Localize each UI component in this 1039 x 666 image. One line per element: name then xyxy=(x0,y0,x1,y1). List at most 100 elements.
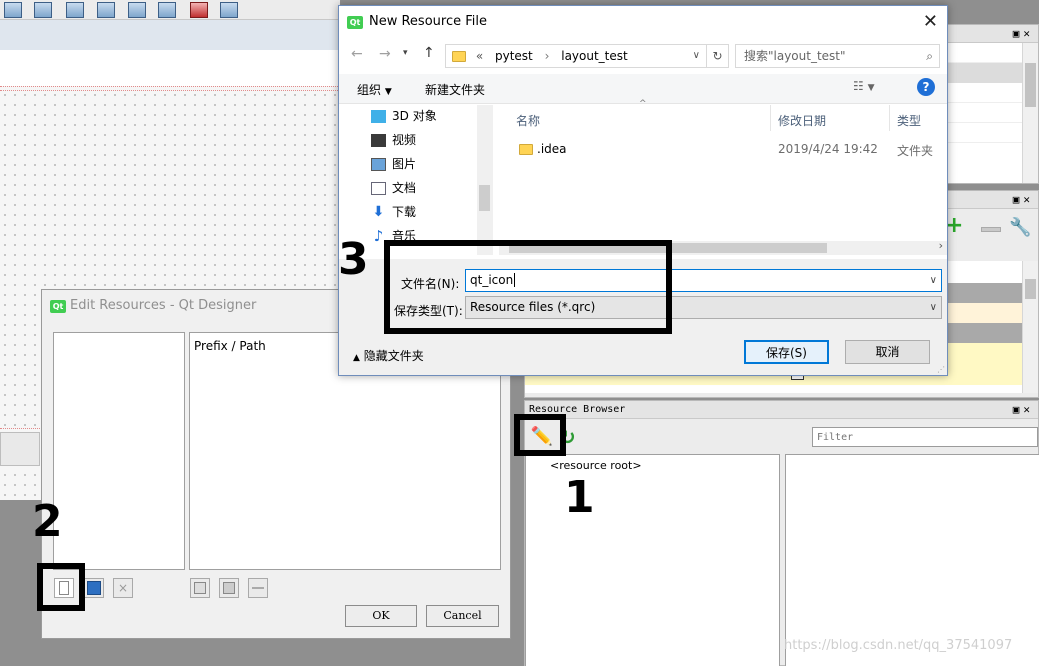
annotation-number-1: 1 xyxy=(564,472,595,523)
filename-dropdown-icon[interactable]: ∨ xyxy=(930,270,937,291)
dialog-title: New Resource File xyxy=(369,14,487,29)
document-icon xyxy=(371,182,386,195)
adjust-size-icon[interactable] xyxy=(220,2,238,18)
folder-icon xyxy=(452,51,466,62)
form-layout-icon[interactable] xyxy=(158,2,176,18)
breadcrumb-separator-icon: › xyxy=(544,49,550,63)
remove-resource-file-icon[interactable]: × xyxy=(113,578,133,598)
wrench-icon[interactable]: 🔧 xyxy=(1009,217,1031,238)
qt-logo-icon: Qt xyxy=(50,300,66,313)
view-options-icon[interactable]: ☷ ▼ xyxy=(853,79,875,93)
nav-item-documents[interactable]: 文档 xyxy=(371,177,416,199)
layout-vertical-icon[interactable] xyxy=(34,2,52,18)
object-inspector-panel: ▣✕ xyxy=(946,24,1039,184)
nav-item-videos[interactable]: 视频 xyxy=(371,129,416,151)
annotation-box-3 xyxy=(384,240,672,334)
back-arrow-icon[interactable]: ← xyxy=(351,46,363,62)
save-button[interactable]: 保存(S) xyxy=(744,340,829,364)
nav-item-pictures[interactable]: 图片 xyxy=(371,153,416,175)
cancel-button[interactable]: 取消 xyxy=(845,340,930,364)
cube-3d-icon xyxy=(371,110,386,123)
annotation-box-1 xyxy=(514,414,566,456)
search-icon: ⌕ xyxy=(926,49,933,63)
dock-float-close-icon[interactable]: ▣✕ xyxy=(1013,25,1034,43)
filetype-dropdown-icon[interactable]: ∨ xyxy=(930,297,937,318)
navigation-pane: 3D 对象 视频 图片 文档 ⬇ 下载 ♪ 音乐 xyxy=(339,105,495,255)
add-files-icon[interactable] xyxy=(219,578,239,598)
help-icon[interactable]: ? xyxy=(917,78,935,96)
hide-folders-toggle[interactable]: ▲ 隐藏文件夹 xyxy=(353,347,424,364)
sort-ascending-icon: ^ xyxy=(639,99,647,109)
dock-float-close-icon[interactable]: ▣✕ xyxy=(1013,191,1034,209)
resize-grip-icon[interactable]: ⋰ xyxy=(937,365,945,374)
break-layout-icon[interactable] xyxy=(190,2,208,18)
splitter-horizontal-icon[interactable] xyxy=(66,2,84,18)
qt-logo-icon: Qt xyxy=(347,16,363,29)
splitter-vertical-icon[interactable] xyxy=(97,2,115,18)
layout-horizontal-icon[interactable] xyxy=(4,2,22,18)
property-table-scrollbar[interactable] xyxy=(1022,261,1038,393)
file-name: .idea xyxy=(537,142,567,156)
video-icon xyxy=(371,134,386,147)
object-tree[interactable] xyxy=(947,43,1023,183)
scroll-right-icon[interactable]: › xyxy=(939,239,943,252)
annotation-box-2 xyxy=(37,563,85,611)
folder-icon xyxy=(519,144,533,155)
resource-file-list[interactable] xyxy=(785,454,1039,666)
annotation-number-2: 2 xyxy=(32,496,63,547)
designer-toolbar xyxy=(0,0,340,20)
file-type: 文件夹 xyxy=(897,144,934,158)
new-folder-button[interactable]: 新建文件夹 xyxy=(425,81,485,98)
layout-boundary-line xyxy=(0,86,340,87)
background-gap xyxy=(511,500,525,666)
prefix-path-header: Prefix / Path xyxy=(194,339,266,353)
resource-filter-input[interactable] xyxy=(812,427,1038,447)
download-icon: ⬇ xyxy=(372,204,385,220)
nav-scrollbar[interactable] xyxy=(477,105,493,255)
object-tree-scrollbar[interactable] xyxy=(1022,43,1038,183)
resource-root-item[interactable]: <resource root> xyxy=(550,459,642,472)
chevron-up-icon: ▲ xyxy=(353,353,360,363)
add-prefix-icon[interactable] xyxy=(190,578,210,598)
grid-layout-icon[interactable] xyxy=(128,2,146,18)
picture-icon xyxy=(371,158,386,171)
form-widget-stub xyxy=(0,432,40,466)
search-placeholder: 搜索"layout_test" xyxy=(744,49,846,63)
cancel-button[interactable]: Cancel xyxy=(426,605,499,627)
address-bar[interactable]: « pytest › layout_test ∨ ↻ xyxy=(445,44,729,68)
breadcrumb-pytest[interactable]: pytest xyxy=(495,49,533,63)
resource-files-list[interactable] xyxy=(53,332,185,570)
nav-item-3d-objects[interactable]: 3D 对象 xyxy=(371,105,437,127)
ok-button[interactable]: OK xyxy=(345,605,417,627)
new-resource-file-titlebar: Qt New Resource File ✕ xyxy=(339,6,947,38)
file-modified: 2019/4/24 19:42 xyxy=(778,142,878,156)
file-list: ^ 名称 修改日期 类型 .idea 2019/4/24 19:42 文件夹 › xyxy=(499,99,947,255)
canvas-white-band xyxy=(0,50,340,86)
object-inspector-title: ▣✕ xyxy=(947,25,1038,43)
recent-locations-chevron-icon[interactable]: ▾ xyxy=(403,48,408,58)
close-icon[interactable]: ✕ xyxy=(923,6,938,38)
annotation-number-3: 3 xyxy=(338,234,369,285)
column-name[interactable]: 名称 xyxy=(516,112,540,129)
resource-browser-title: Resource Browser ▣✕ xyxy=(525,401,1038,419)
remove-property-icon[interactable] xyxy=(981,227,1001,232)
layout-boundary-line xyxy=(0,90,340,91)
forward-arrow-icon[interactable]: → xyxy=(379,46,391,62)
address-dropdown-icon[interactable]: ∨ xyxy=(693,45,700,67)
remove-prefix-icon[interactable] xyxy=(248,578,268,598)
column-modified[interactable]: 修改日期 xyxy=(778,112,826,129)
open-resource-file-icon[interactable] xyxy=(84,578,104,598)
search-box[interactable]: 搜索"layout_test" ⌕ xyxy=(735,44,940,68)
dock-float-close-icon[interactable]: ▣✕ xyxy=(1013,401,1034,419)
nav-item-downloads[interactable]: ⬇ 下载 xyxy=(371,201,416,223)
resource-browser-panel: Resource Browser▣✕ ✏️ ↻ <resource root> xyxy=(524,400,1039,666)
breadcrumb-layout-test[interactable]: layout_test xyxy=(561,49,628,63)
organize-menu[interactable]: 组织 ▼ xyxy=(357,81,392,98)
file-row[interactable]: .idea 2019/4/24 19:42 文件夹 xyxy=(519,139,947,161)
watermark: https://blog.csdn.net/qq_37541097 xyxy=(784,638,1013,653)
breadcrumb-prefix[interactable]: « xyxy=(476,49,483,63)
edit-resources-title: Edit Resources - Qt Designer xyxy=(70,298,257,313)
up-arrow-icon[interactable]: ↑ xyxy=(423,45,435,61)
column-type[interactable]: 类型 xyxy=(897,112,921,129)
refresh-icon[interactable]: ↻ xyxy=(706,45,728,67)
